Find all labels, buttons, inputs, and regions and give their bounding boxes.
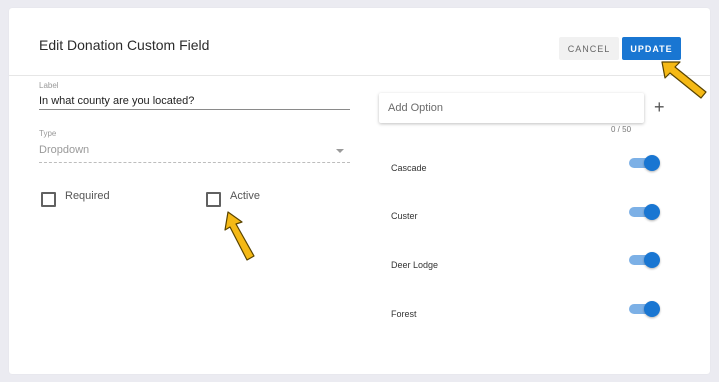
option-label: Deer Lodge xyxy=(391,260,439,270)
option-label: Custer xyxy=(391,211,418,221)
active-label: Active xyxy=(230,190,260,202)
label-field-input[interactable]: In what county are you located? xyxy=(39,95,194,107)
dialog-title: Edit Donation Custom Field xyxy=(39,37,210,53)
annotation-arrow-icon xyxy=(661,61,707,99)
required-label: Required xyxy=(65,190,110,202)
add-option-input[interactable] xyxy=(379,93,628,123)
option-toggle[interactable] xyxy=(629,155,660,171)
cancel-button[interactable]: CANCEL xyxy=(559,37,619,60)
option-counter: 0 / 50 xyxy=(611,125,632,134)
label-field-underline xyxy=(39,109,350,110)
type-select[interactable]: Dropdown xyxy=(39,144,89,156)
dropdown-caret-icon[interactable] xyxy=(336,149,344,153)
active-checkbox[interactable] xyxy=(206,192,221,207)
required-checkbox[interactable] xyxy=(41,192,56,207)
add-option-field[interactable] xyxy=(379,93,644,123)
option-label: Forest xyxy=(391,309,417,319)
header-divider xyxy=(9,75,710,76)
option-toggle[interactable] xyxy=(629,252,660,268)
option-toggle[interactable] xyxy=(629,301,660,317)
type-field-caption: Type xyxy=(39,129,57,138)
option-label: Cascade xyxy=(391,163,427,173)
label-field-caption: Label xyxy=(39,81,59,90)
option-toggle[interactable] xyxy=(629,204,660,220)
type-field-underline xyxy=(39,162,350,163)
annotation-arrow-icon xyxy=(224,211,255,261)
dialog-card xyxy=(9,8,710,374)
